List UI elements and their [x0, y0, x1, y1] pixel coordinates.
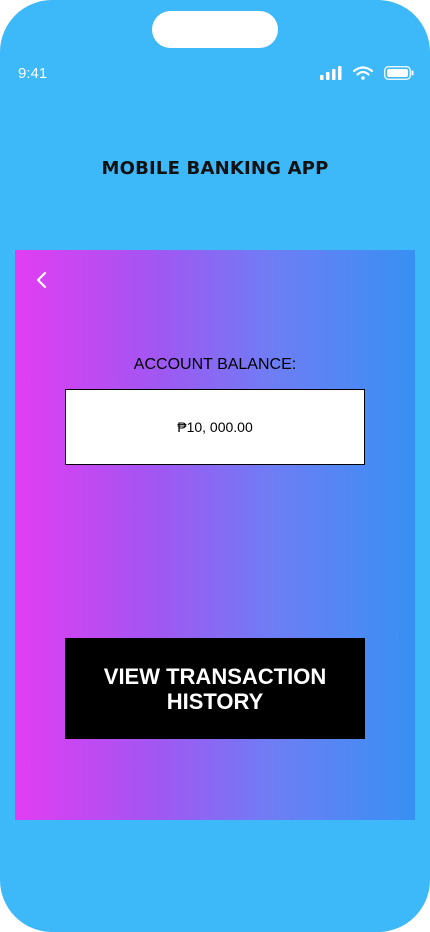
balance-label: ACCOUNT BALANCE: — [133, 356, 297, 373]
view-transaction-history-button[interactable]: VIEW TRANSACTION HISTORY — [65, 638, 365, 739]
dynamic-island — [152, 11, 278, 48]
wifi-icon — [353, 66, 373, 80]
history-button-label: VIEW TRANSACTION HISTORY — [103, 663, 327, 714]
balance-box: ₱10, 000.00 — [65, 389, 365, 465]
balance-value: ₱10, 000.00 — [177, 419, 253, 435]
status-time: 9:41 — [18, 65, 48, 82]
status-icons — [320, 66, 415, 82]
account-panel: ACCOUNT BALANCE: ₱10, 000.00 VIEW TRANSA… — [15, 250, 415, 820]
back-button[interactable] — [32, 268, 52, 292]
signal-icon — [320, 66, 342, 80]
chevron-left-icon — [36, 271, 47, 289]
phone-frame: 9:41 MOBILE BANKING APP ACCOUNT BALANCE: — [0, 0, 430, 932]
app-title: MOBILE BANKING APP — [101, 158, 329, 179]
battery-icon — [384, 66, 414, 80]
